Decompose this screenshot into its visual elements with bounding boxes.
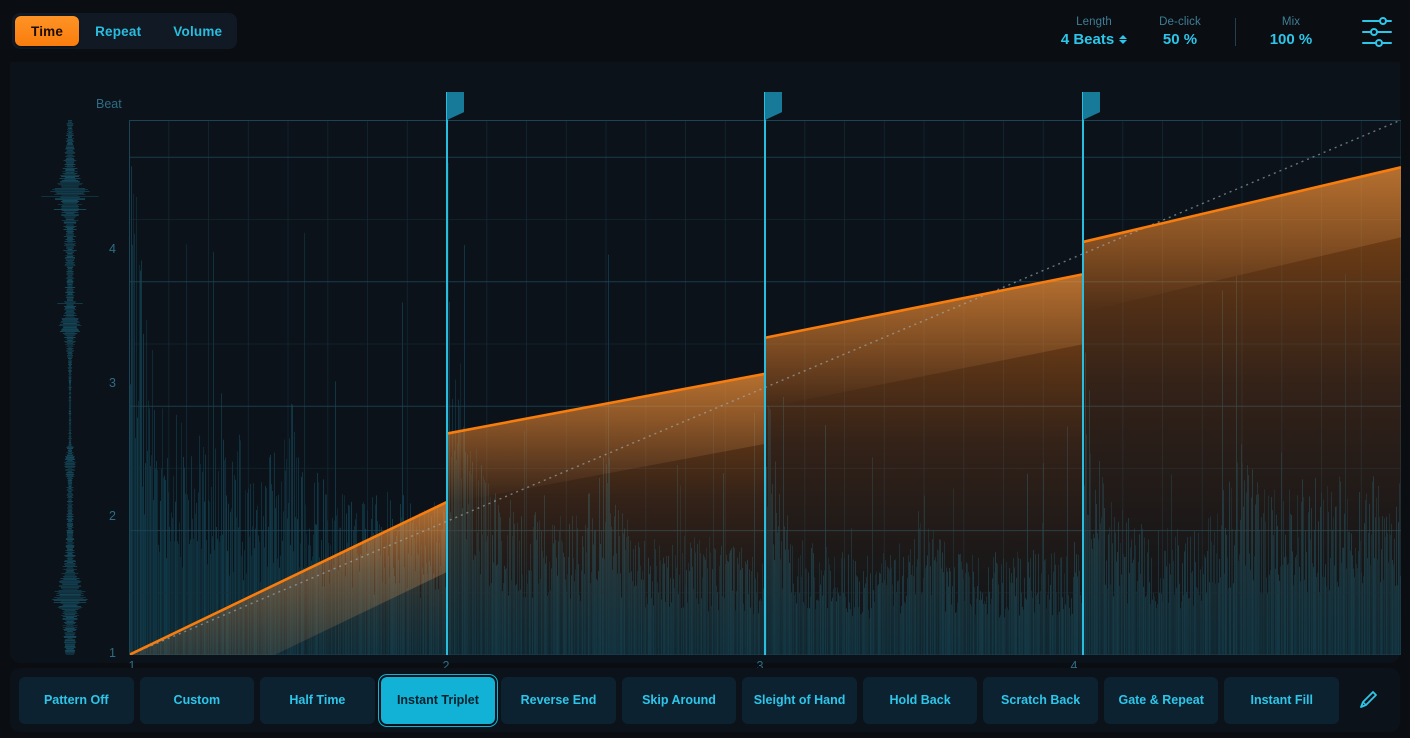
sampler-time-editor: Beat 1 2 3 4 — [0, 0, 1410, 738]
tab-time[interactable]: Time — [15, 16, 79, 46]
y-tick-4: 4 — [96, 242, 116, 256]
mix-label: Mix — [1282, 15, 1300, 30]
beat-marker-line[interactable] — [446, 92, 448, 655]
y-tick-1: 1 — [96, 646, 116, 660]
beat-marker-flag[interactable] — [1083, 92, 1100, 120]
preset-button[interactable]: Gate & Repeat — [1104, 677, 1219, 724]
preset-bar: Pattern OffCustomHalf TimeInstant Triple… — [10, 668, 1400, 732]
length-value: 4 Beats — [1061, 30, 1114, 49]
sliders-icon[interactable] — [1362, 20, 1392, 44]
tab-volume[interactable]: Volume — [157, 16, 238, 46]
declick-readout[interactable]: De-click 50 % — [1137, 10, 1223, 54]
stepper-up-down-icon[interactable] — [1119, 35, 1127, 44]
preset-button[interactable]: Hold Back — [863, 677, 978, 724]
length-label: Length — [1076, 15, 1112, 30]
preset-button[interactable]: Pattern Off — [19, 677, 134, 724]
tab-repeat[interactable]: Repeat — [79, 16, 157, 46]
mix-value: 100 % — [1270, 30, 1313, 49]
preset-button[interactable]: Instant Triplet — [381, 677, 496, 724]
beat-marker-line[interactable] — [764, 92, 766, 655]
parameter-readouts: Length 4 Beats De-click 50 % Mix 100 % — [1051, 10, 1392, 54]
preset-button[interactable]: Half Time — [260, 677, 375, 724]
preset-button[interactable]: Scratch Back — [983, 677, 1098, 724]
y-tick-2: 2 — [96, 509, 116, 523]
mix-readout[interactable]: Mix 100 % — [1248, 10, 1334, 54]
pencil-icon[interactable] — [1345, 677, 1391, 724]
preset-button[interactable]: Instant Fill — [1224, 677, 1339, 724]
vertical-waveform-strip — [40, 120, 100, 655]
mode-tab-group: Time Repeat Volume — [12, 13, 237, 49]
beat-marker-flag[interactable] — [765, 92, 782, 120]
preset-button[interactable]: Skip Around — [622, 677, 737, 724]
preset-button[interactable]: Custom — [140, 677, 255, 724]
declick-value: 50 % — [1163, 30, 1197, 49]
beat-marker-line[interactable] — [1082, 92, 1084, 655]
vertical-waveform-svg — [40, 120, 100, 655]
length-value-row[interactable]: 4 Beats — [1061, 30, 1127, 49]
beat-axis-title: Beat — [96, 97, 122, 111]
preset-button[interactable]: Sleight of Hand — [742, 677, 857, 724]
length-readout[interactable]: Length 4 Beats — [1051, 10, 1137, 54]
declick-label: De-click — [1159, 15, 1201, 30]
waveform-plot-panel: Beat 1 2 3 4 — [10, 8, 1400, 663]
y-tick-3: 3 — [96, 376, 116, 390]
readout-divider — [1235, 18, 1236, 46]
beat-marker-flag[interactable] — [447, 92, 464, 120]
top-toolbar: Time Repeat Volume Length 4 Beats De-cli… — [0, 0, 1410, 62]
preset-button[interactable]: Reverse End — [501, 677, 616, 724]
